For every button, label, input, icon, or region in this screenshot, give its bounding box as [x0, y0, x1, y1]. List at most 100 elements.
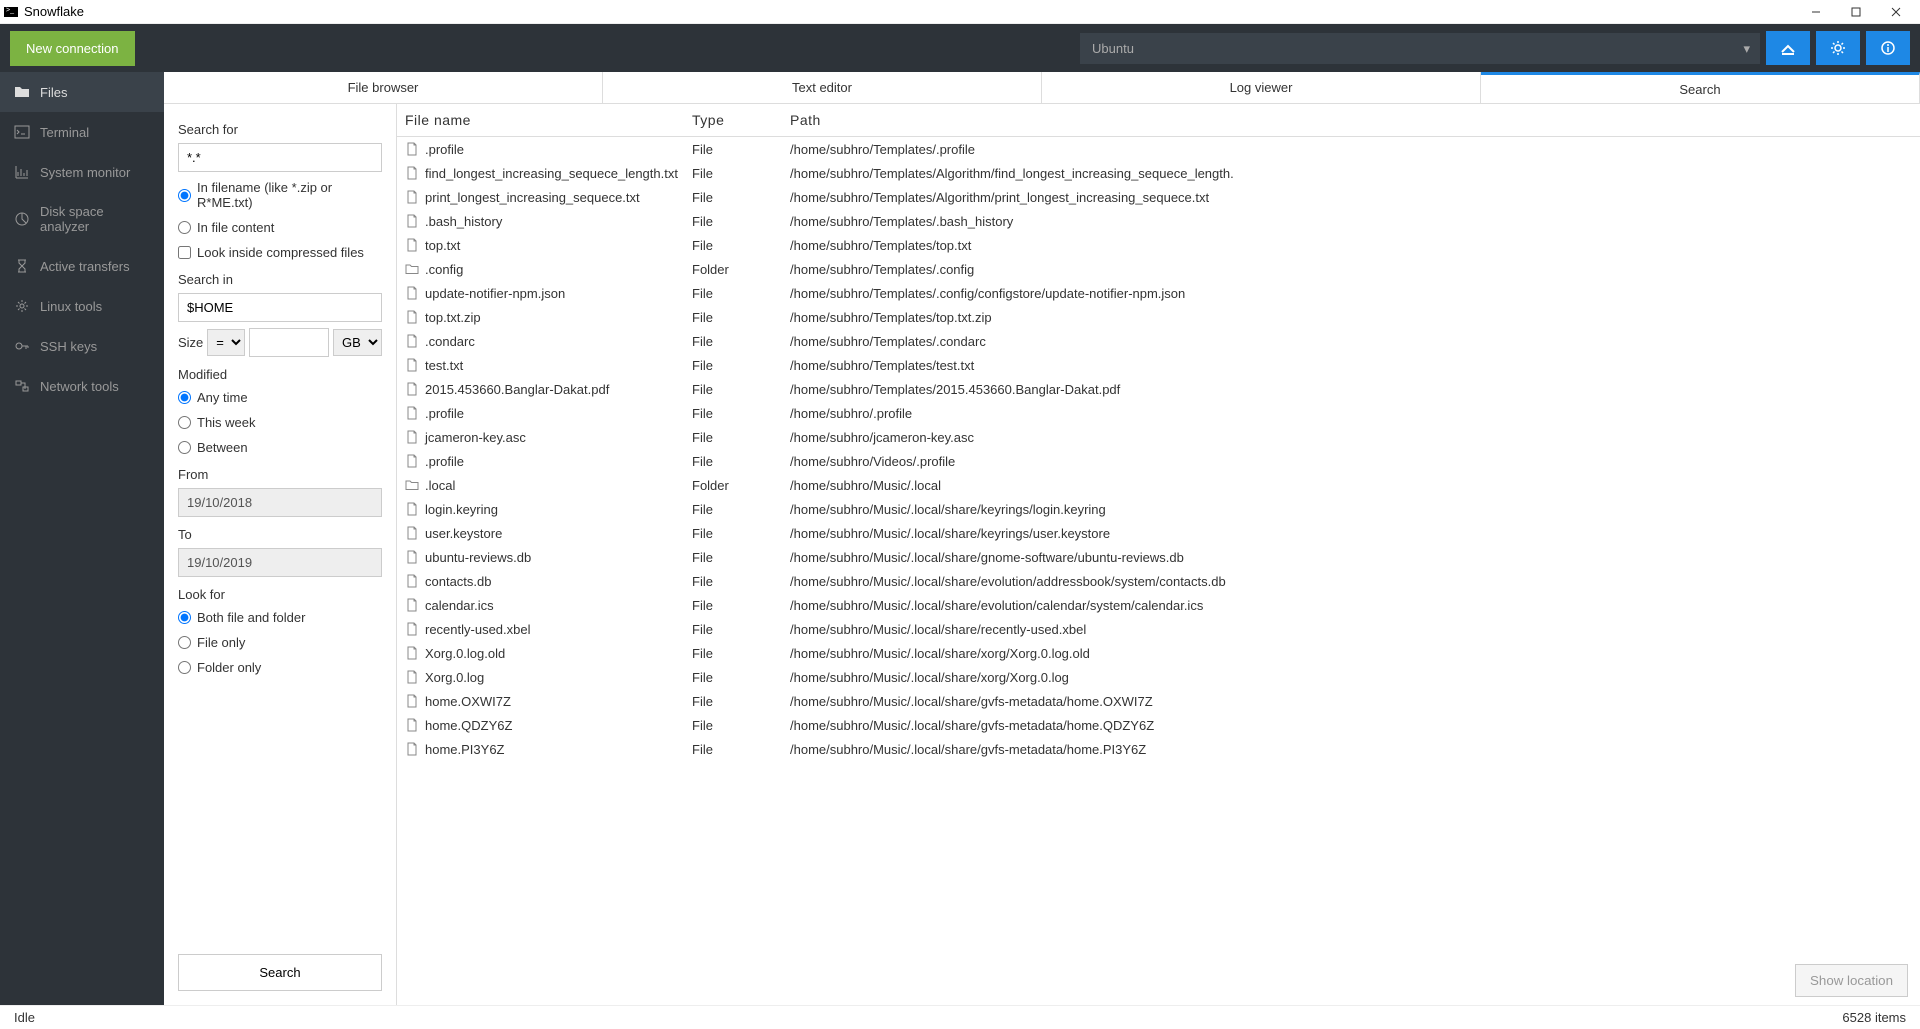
result-row[interactable]: .localFolder/home/subhro/Music/.local [397, 473, 1920, 497]
lookfor-label: Look for [178, 587, 382, 602]
size-unit-select[interactable]: GB [333, 329, 382, 356]
result-type: File [692, 334, 790, 349]
size-value-input[interactable] [249, 328, 329, 357]
check-compressed[interactable] [178, 246, 191, 259]
result-row[interactable]: calendar.icsFile/home/subhro/Music/.loca… [397, 593, 1920, 617]
radio-in-filename-label: In filename (like *.zip or R*ME.txt) [197, 180, 382, 210]
to-date-input[interactable] [178, 548, 382, 577]
result-row[interactable]: print_longest_increasing_sequece.txtFile… [397, 185, 1920, 209]
result-type: File [692, 454, 790, 469]
result-name: home.PI3Y6Z [425, 742, 505, 757]
radio-this-week-label: This week [197, 415, 256, 430]
result-row[interactable]: update-notifier-npm.jsonFile/home/subhro… [397, 281, 1920, 305]
col-header-type[interactable]: Type [692, 112, 790, 128]
sidebar-item-terminal[interactable]: Terminal [0, 112, 164, 152]
disconnect-button[interactable] [1766, 31, 1810, 65]
radio-any-time[interactable] [178, 391, 191, 404]
settings-button[interactable] [1816, 31, 1860, 65]
sidebar-item-linux-tools[interactable]: Linux tools [0, 286, 164, 326]
from-label: From [178, 467, 382, 482]
result-type: File [692, 430, 790, 445]
result-row[interactable]: find_longest_increasing_sequece_length.t… [397, 161, 1920, 185]
sidebar-item-label: Network tools [40, 379, 119, 394]
radio-in-content[interactable] [178, 221, 191, 234]
result-type: File [692, 406, 790, 421]
file-icon [405, 550, 419, 564]
sidebar-item-ssh-keys[interactable]: SSH keys [0, 326, 164, 366]
to-label: To [178, 527, 382, 542]
size-op-select[interactable]: = [207, 329, 245, 356]
result-row[interactable]: recently-used.xbelFile/home/subhro/Music… [397, 617, 1920, 641]
sidebar-item-files[interactable]: Files [0, 72, 164, 112]
result-row[interactable]: test.txtFile/home/subhro/Templates/test.… [397, 353, 1920, 377]
result-row[interactable]: .condarcFile/home/subhro/Templates/.cond… [397, 329, 1920, 353]
radio-between[interactable] [178, 441, 191, 454]
result-row[interactable]: jcameron-key.ascFile/home/subhro/jcamero… [397, 425, 1920, 449]
search-for-label: Search for [178, 122, 382, 137]
close-button[interactable] [1876, 0, 1916, 24]
maximize-button[interactable] [1836, 0, 1876, 24]
result-name: home.OXWI7Z [425, 694, 511, 709]
result-row[interactable]: ubuntu-reviews.dbFile/home/subhro/Music/… [397, 545, 1920, 569]
col-header-path[interactable]: Path [790, 112, 1920, 128]
result-row[interactable]: .profileFile/home/subhro/Videos/.profile [397, 449, 1920, 473]
result-row[interactable]: 2015.453660.Banglar-Dakat.pdfFile/home/s… [397, 377, 1920, 401]
minimize-button[interactable] [1796, 0, 1836, 24]
check-compressed-label: Look inside compressed files [197, 245, 364, 260]
col-header-name[interactable]: File name [397, 112, 692, 128]
result-row[interactable]: top.txtFile/home/subhro/Templates/top.tx… [397, 233, 1920, 257]
result-row[interactable]: .profileFile/home/subhro/.profile [397, 401, 1920, 425]
result-type: File [692, 526, 790, 541]
result-row[interactable]: Xorg.0.logFile/home/subhro/Music/.local/… [397, 665, 1920, 689]
sidebar-item-disk-space-analyzer[interactable]: Disk space analyzer [0, 192, 164, 246]
result-path: /home/subhro/Templates/test.txt [790, 358, 1920, 373]
result-type: File [692, 214, 790, 229]
radio-in-filename[interactable] [178, 189, 191, 202]
radio-folder-only[interactable] [178, 661, 191, 674]
titlebar-title: Snowflake [24, 4, 84, 19]
sidebar-item-active-transfers[interactable]: Active transfers [0, 246, 164, 286]
result-path: /home/subhro/Music/.local [790, 478, 1920, 493]
result-type: File [692, 694, 790, 709]
radio-file-only-label: File only [197, 635, 245, 650]
result-type: File [692, 574, 790, 589]
result-type: File [692, 286, 790, 301]
connection-selector[interactable]: Ubuntu [1080, 33, 1760, 64]
tab-log-viewer[interactable]: Log viewer [1042, 72, 1481, 103]
search-for-input[interactable] [178, 143, 382, 172]
result-row[interactable]: home.PI3Y6ZFile/home/subhro/Music/.local… [397, 737, 1920, 761]
radio-both[interactable] [178, 611, 191, 624]
result-row[interactable]: .configFolder/home/subhro/Templates/.con… [397, 257, 1920, 281]
tab-text-editor[interactable]: Text editor [603, 72, 1042, 103]
search-in-label: Search in [178, 272, 382, 287]
result-row[interactable]: login.keyringFile/home/subhro/Music/.loc… [397, 497, 1920, 521]
file-icon [405, 166, 419, 180]
from-date-input[interactable] [178, 488, 382, 517]
key-icon [14, 338, 30, 354]
show-location-button[interactable]: Show location [1795, 964, 1908, 997]
sidebar-item-system-monitor[interactable]: System monitor [0, 152, 164, 192]
result-row[interactable]: .bash_historyFile/home/subhro/Templates/… [397, 209, 1920, 233]
result-name: top.txt.zip [425, 310, 481, 325]
result-path: /home/subhro/Music/.local/share/keyrings… [790, 526, 1920, 541]
result-type: File [692, 670, 790, 685]
tab-search[interactable]: Search [1481, 72, 1920, 103]
status-text: Idle [14, 1010, 35, 1025]
new-connection-button[interactable]: New connection [10, 31, 135, 66]
result-row[interactable]: contacts.dbFile/home/subhro/Music/.local… [397, 569, 1920, 593]
search-in-input[interactable] [178, 293, 382, 322]
radio-this-week[interactable] [178, 416, 191, 429]
result-row[interactable]: home.OXWI7ZFile/home/subhro/Music/.local… [397, 689, 1920, 713]
sidebar-item-network-tools[interactable]: Network tools [0, 366, 164, 406]
info-button[interactable] [1866, 31, 1910, 65]
result-row[interactable]: .profileFile/home/subhro/Templates/.prof… [397, 137, 1920, 161]
radio-file-only[interactable] [178, 636, 191, 649]
chart-icon [14, 164, 30, 180]
result-row[interactable]: Xorg.0.log.oldFile/home/subhro/Music/.lo… [397, 641, 1920, 665]
result-row[interactable]: top.txt.zipFile/home/subhro/Templates/to… [397, 305, 1920, 329]
result-row[interactable]: home.QDZY6ZFile/home/subhro/Music/.local… [397, 713, 1920, 737]
tab-file-browser[interactable]: File browser [164, 72, 603, 103]
result-row[interactable]: user.keystoreFile/home/subhro/Music/.loc… [397, 521, 1920, 545]
result-path: /home/subhro/Templates/.profile [790, 142, 1920, 157]
search-button[interactable]: Search [178, 954, 382, 991]
